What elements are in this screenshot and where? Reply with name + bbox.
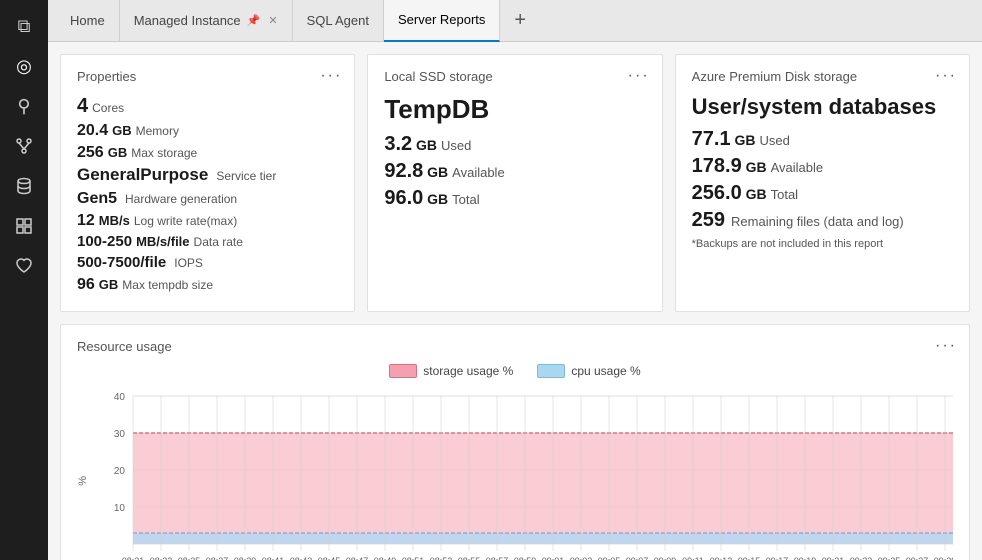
svg-text:08:57: 08:57 — [486, 556, 509, 560]
database-icon[interactable] — [6, 168, 42, 204]
pin-icon: 📌 — [247, 14, 261, 27]
azure-disk-title: Azure Premium Disk storage — [692, 69, 953, 84]
legend-cpu: cpu usage % — [537, 364, 640, 378]
azure-disk-menu[interactable]: ··· — [935, 67, 957, 85]
local-ssd-menu[interactable]: ··· — [628, 67, 650, 85]
svg-text:08:39: 08:39 — [234, 556, 257, 560]
legend-cpu-color — [537, 364, 565, 378]
prop-service-tier: GeneralPurpose Service tier — [77, 165, 338, 185]
prop-cores: 4 Cores — [77, 94, 338, 118]
svg-text:09:11: 09:11 — [682, 556, 704, 560]
ssd-used: 3.2 GB Used — [384, 133, 645, 156]
prop-iops: 500-7500/file IOPS — [77, 254, 338, 272]
svg-text:08:37: 08:37 — [206, 556, 229, 560]
tab-managed-instance[interactable]: Managed Instance 📌 ✕ — [120, 0, 293, 42]
tab-bar: Home Managed Instance 📌 ✕ SQL Agent Serv… — [48, 0, 982, 42]
resource-chart-svg: 40 30 20 10 — [93, 386, 953, 560]
branch-icon[interactable] — [6, 128, 42, 164]
disk-used: 77.1 GB Used — [692, 128, 953, 151]
svg-text:09:21: 09:21 — [822, 556, 845, 560]
main-area: Home Managed Instance 📌 ✕ SQL Agent Serv… — [48, 0, 982, 560]
cpu-fill — [133, 533, 953, 544]
svg-text:09:27: 09:27 — [906, 556, 929, 560]
svg-text:40: 40 — [114, 392, 126, 403]
prop-log-write: 12 MB/s Log write rate(max) — [77, 211, 338, 230]
local-ssd-heading: TempDB — [384, 94, 645, 125]
properties-card: Properties ··· 4 Cores 20.4 GB Memory 25… — [60, 54, 355, 312]
svg-text:09:17: 09:17 — [766, 556, 789, 560]
prop-memory: 20.4 GB Memory — [77, 121, 338, 140]
content-area: Properties ··· 4 Cores 20.4 GB Memory 25… — [48, 42, 982, 560]
svg-text:08:31: 08:31 — [122, 556, 145, 560]
ssd-total: 96.0 GB Total — [384, 187, 645, 210]
local-ssd-card: Local SSD storage ··· TempDB 3.2 GB Used… — [367, 54, 662, 312]
cards-row: Properties ··· 4 Cores 20.4 GB Memory 25… — [60, 54, 970, 312]
heart-icon[interactable] — [6, 248, 42, 284]
azure-disk-card: Azure Premium Disk storage ··· User/syst… — [675, 54, 970, 312]
prop-data-rate: 100-250 MB/s/file Data rate — [77, 233, 338, 251]
grid-icon[interactable] — [6, 208, 42, 244]
svg-text:08:53: 08:53 — [430, 556, 453, 560]
y-axis-label-container: % — [77, 386, 89, 560]
svg-text:30: 30 — [114, 429, 126, 440]
svg-text:08:59: 08:59 — [514, 556, 537, 560]
search-icon[interactable]: ⚲ — [6, 88, 42, 124]
properties-menu[interactable]: ··· — [320, 67, 342, 85]
svg-text:09:03: 09:03 — [570, 556, 593, 560]
copy-icon[interactable]: ⧉ — [6, 8, 42, 44]
prop-max-tempdb: 96 GB Max tempdb size — [77, 275, 338, 294]
svg-text:20: 20 — [114, 466, 126, 477]
add-tab-button[interactable]: + — [508, 9, 532, 32]
chart-svg-container: 40 30 20 10 — [93, 386, 953, 560]
svg-text:09:15: 09:15 — [738, 556, 761, 560]
svg-text:09:09: 09:09 — [654, 556, 677, 560]
y-axis-label: % — [77, 476, 89, 486]
svg-text:08:55: 08:55 — [458, 556, 481, 560]
disk-remaining: 259 Remaining files (data and log) — [692, 209, 953, 232]
legend-storage: storage usage % — [389, 364, 513, 378]
tab-server-reports[interactable]: Server Reports — [384, 0, 500, 42]
svg-text:09:05: 09:05 — [598, 556, 621, 560]
close-icon[interactable]: ✕ — [268, 14, 277, 27]
svg-text:08:47: 08:47 — [346, 556, 369, 560]
svg-text:08:49: 08:49 — [374, 556, 397, 560]
chart-container: % 40 30 20 10 — [77, 386, 953, 560]
chart-legend: storage usage % cpu usage % — [77, 364, 953, 378]
storage-fill — [133, 433, 953, 544]
resource-usage-menu[interactable]: ··· — [935, 337, 957, 355]
prop-hardware-gen: Gen5 Hardware generation — [77, 189, 338, 208]
svg-text:08:33: 08:33 — [150, 556, 173, 560]
disk-available: 178.9 GB Available — [692, 155, 953, 178]
tab-sql-agent[interactable]: SQL Agent — [293, 0, 384, 42]
local-ssd-title: Local SSD storage — [384, 69, 645, 84]
svg-text:09:23: 09:23 — [850, 556, 873, 560]
tab-home[interactable]: Home — [56, 0, 120, 42]
svg-text:08:35: 08:35 — [178, 556, 201, 560]
svg-text:09:29: 09:29 — [934, 556, 953, 560]
svg-text:09:13: 09:13 — [710, 556, 733, 560]
svg-text:09:07: 09:07 — [626, 556, 649, 560]
sidebar: ⧉ ◎ ⚲ — [0, 0, 48, 560]
svg-text:09:25: 09:25 — [878, 556, 901, 560]
svg-text:08:45: 08:45 — [318, 556, 341, 560]
dashboard-icon[interactable]: ◎ — [6, 48, 42, 84]
svg-text:08:41: 08:41 — [262, 556, 285, 560]
svg-text:09:01: 09:01 — [542, 556, 565, 560]
svg-text:10: 10 — [114, 503, 126, 514]
resource-usage-title: Resource usage — [77, 339, 953, 354]
prop-max-storage: 256 GB Max storage — [77, 143, 338, 162]
properties-title: Properties — [77, 69, 338, 84]
ssd-available: 92.8 GB Available — [384, 160, 645, 183]
svg-text:09:19: 09:19 — [794, 556, 817, 560]
disk-note: *Backups are not included in this report — [692, 238, 953, 250]
disk-total: 256.0 GB Total — [692, 182, 953, 205]
svg-text:08:43: 08:43 — [290, 556, 313, 560]
legend-storage-color — [389, 364, 417, 378]
azure-disk-heading: User/system databases — [692, 94, 953, 120]
resource-usage-card: Resource usage ··· storage usage % cpu u… — [60, 324, 970, 560]
svg-text:08:51: 08:51 — [402, 556, 425, 560]
